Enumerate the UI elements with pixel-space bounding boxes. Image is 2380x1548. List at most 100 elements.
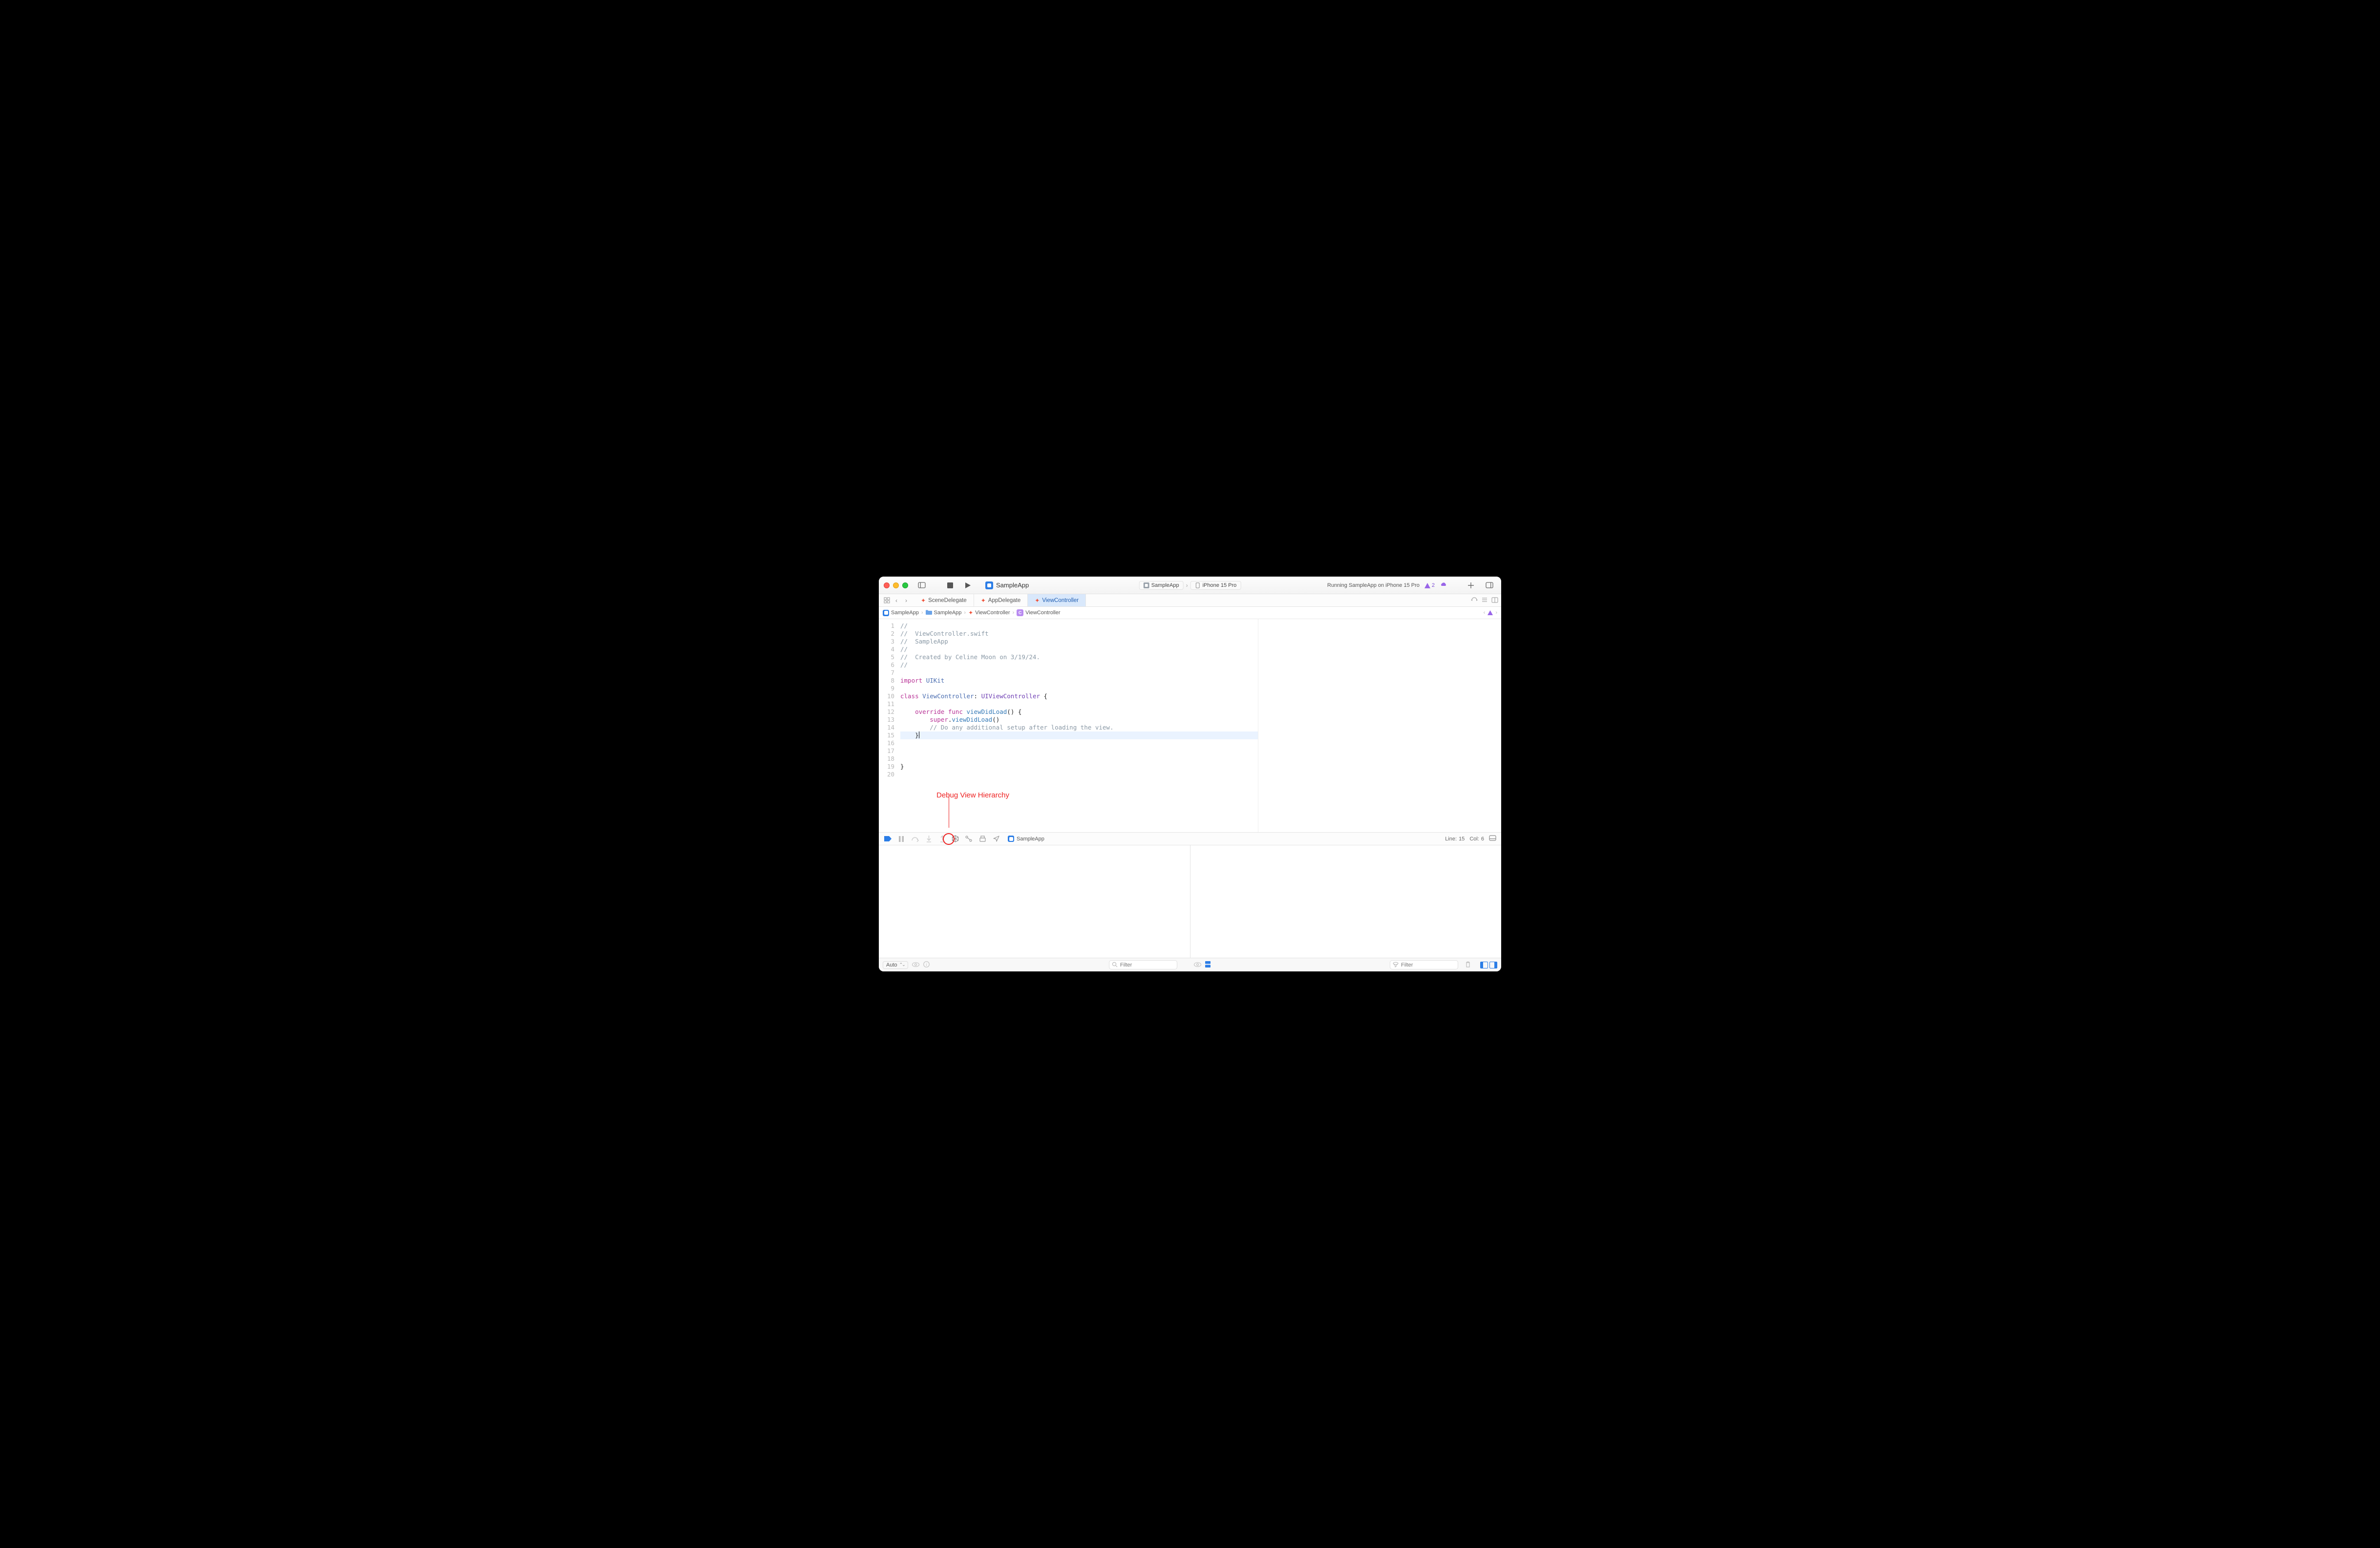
cursor-line-label: Line:: [1445, 836, 1457, 842]
nav-back-button[interactable]: ‹: [892, 594, 901, 606]
show-right-pane-icon[interactable]: [1489, 962, 1497, 968]
quicklook-icon[interactable]: [912, 962, 919, 968]
warning-icon: [1424, 583, 1430, 588]
cloud-status-icon[interactable]: [1440, 582, 1447, 589]
app-icon: [985, 581, 993, 589]
variables-filter-input[interactable]: [1109, 960, 1177, 969]
crumb-symbol-label: ViewController: [1025, 610, 1060, 616]
pause-icon[interactable]: [897, 835, 905, 843]
related-items-icon[interactable]: [882, 594, 892, 606]
run-button[interactable]: [961, 580, 975, 591]
stop-button[interactable]: [943, 580, 957, 591]
phone-icon: [1195, 582, 1201, 588]
editor-area: 1234567891011121314151617181920 // // Vi…: [879, 619, 1501, 832]
crumb-folder[interactable]: SampleApp: [926, 610, 962, 616]
variables-filter: [1109, 960, 1177, 969]
editor-tabs: ‹ › ✦ SceneDelegate ✦ AppDelegate ✦ View…: [879, 594, 1501, 607]
chevron-right-icon: ›: [921, 610, 923, 616]
titlebar: SampleApp SampleApp › iPhone 15 Pro Runn…: [879, 577, 1501, 594]
line-gutter: 1234567891011121314151617181920: [879, 619, 898, 786]
project-title-label: SampleApp: [996, 581, 1029, 589]
toggle-inspector-icon[interactable]: [1483, 580, 1496, 591]
console-quicklook-icon[interactable]: [1194, 962, 1201, 968]
simulate-location-icon[interactable]: [992, 835, 1000, 843]
crumb-file-label: ViewController: [975, 610, 1010, 616]
crumb-file[interactable]: ✦ ViewController: [968, 609, 1010, 616]
chevron-right-icon: ›: [1186, 582, 1188, 589]
source-editor[interactable]: 1234567891011121314151617181920 // // Vi…: [879, 619, 1258, 786]
minimap[interactable]: [1258, 619, 1501, 832]
warnings-badge[interactable]: 2: [1424, 582, 1435, 588]
console-filter: [1390, 960, 1458, 969]
project-title[interactable]: SampleApp: [985, 581, 1029, 589]
scheme-target-label: SampleApp: [1151, 582, 1179, 588]
pane-toggle[interactable]: [1479, 962, 1497, 968]
svg-text:i: i: [926, 962, 927, 967]
code-content[interactable]: // // ViewController.swift // SampleApp …: [898, 619, 1258, 786]
editor-empty-space: Debug View Hierarchy: [879, 786, 1258, 832]
app-icon: [1008, 836, 1014, 842]
console-output[interactable]: [1190, 845, 1502, 958]
search-icon: [1112, 962, 1118, 969]
code-review-icon[interactable]: [1471, 597, 1478, 604]
cursor-col-value: 6: [1481, 836, 1484, 842]
debug-footer: Auto ⌃⌄ i: [879, 958, 1501, 971]
chevron-left-small-icon[interactable]: ‹: [1484, 610, 1486, 616]
console-filter-input[interactable]: [1390, 960, 1458, 969]
show-left-pane-icon[interactable]: [1480, 962, 1488, 968]
chevron-right-icon: ›: [1012, 610, 1014, 616]
debug-memory-graph-icon[interactable]: [965, 835, 973, 843]
tab-label: AppDelegate: [988, 598, 1021, 603]
toggle-debug-area-icon[interactable]: [1489, 835, 1496, 842]
chevron-right-small-icon[interactable]: ›: [1495, 610, 1497, 616]
step-into-icon[interactable]: [925, 835, 933, 843]
swift-icon: ✦: [968, 609, 973, 616]
swift-icon: ✦: [1035, 597, 1040, 604]
warning-icon[interactable]: [1488, 610, 1493, 615]
filter-icon: [1393, 962, 1399, 969]
add-editor-icon[interactable]: [1491, 597, 1498, 604]
chevron-right-icon: ›: [964, 610, 966, 616]
annotation-highlight: [943, 833, 955, 845]
info-icon[interactable]: i: [923, 961, 930, 969]
scheme-target-chip[interactable]: SampleApp: [1139, 581, 1184, 590]
debug-process[interactable]: SampleApp: [1008, 836, 1044, 842]
debug-bar: SampleApp Line: 15 Col: 6: [879, 832, 1501, 845]
zoom-window-button[interactable]: [902, 582, 908, 588]
crumb-project-label: SampleApp: [891, 610, 919, 616]
minimize-window-button[interactable]: [893, 582, 899, 588]
scheme-device-chip[interactable]: iPhone 15 Pro: [1190, 581, 1241, 590]
updown-icon: ⌃⌄: [899, 962, 905, 968]
debug-process-label: SampleApp: [1017, 836, 1044, 842]
scope-label: Auto: [886, 962, 897, 968]
crumb-symbol[interactable]: C ViewController: [1017, 609, 1060, 616]
close-window-button[interactable]: [884, 582, 890, 588]
tab-viewcontroller[interactable]: ✦ ViewController: [1028, 594, 1086, 606]
traffic-lights: [884, 582, 908, 588]
variables-scope-selector[interactable]: Auto ⌃⌄: [883, 961, 908, 969]
scheme-selector: SampleApp › iPhone 15 Pro: [1139, 581, 1241, 590]
status-text: Running SampleApp on iPhone 15 Pro: [1327, 582, 1420, 588]
jump-bar: SampleApp › SampleApp › ✦ ViewController…: [879, 607, 1501, 619]
tab-appdelegate[interactable]: ✦ AppDelegate: [974, 594, 1028, 606]
scheme-device-label: iPhone 15 Pro: [1203, 582, 1237, 588]
nav-forward-button[interactable]: ›: [901, 594, 911, 606]
variables-view[interactable]: [879, 845, 1190, 958]
clear-console-icon[interactable]: [1465, 961, 1471, 969]
step-over-icon[interactable]: [911, 835, 919, 843]
library-button[interactable]: [1464, 580, 1478, 591]
app-icon: [1144, 582, 1149, 588]
environment-overrides-icon[interactable]: [978, 835, 986, 843]
warnings-count: 2: [1432, 582, 1435, 588]
console-mode-icon[interactable]: [1205, 961, 1211, 969]
activity-status: Running SampleApp on iPhone 15 Pro 2: [1327, 577, 1447, 594]
annotation-label: Debug View Hierarchy: [936, 791, 1009, 799]
tab-label: SceneDelegate: [928, 598, 967, 603]
adjust-editor-icon[interactable]: [1482, 597, 1488, 604]
toggle-navigator-icon[interactable]: [915, 580, 929, 591]
class-icon: C: [1017, 609, 1023, 616]
crumb-project[interactable]: SampleApp: [883, 610, 919, 616]
folder-icon: [926, 610, 932, 616]
tab-scenedelegate[interactable]: ✦ SceneDelegate: [914, 594, 974, 606]
toggle-breakpoints-icon[interactable]: [884, 835, 892, 843]
